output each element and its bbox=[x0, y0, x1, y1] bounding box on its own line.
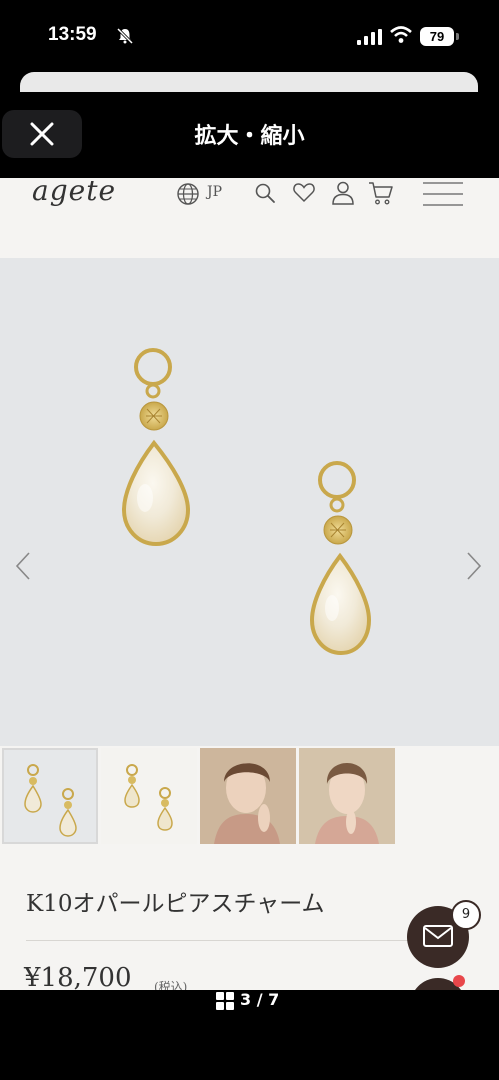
language-label[interactable]: JP bbox=[207, 184, 222, 200]
grid-icon[interactable] bbox=[216, 992, 234, 1010]
thumbnail-4[interactable] bbox=[299, 748, 395, 844]
thumbnail-strip bbox=[0, 748, 499, 844]
status-time: 13:59 bbox=[48, 24, 97, 45]
zoomable-screenshot[interactable]: agete JP K10オパールピアスチャーム ¥18,700 (税込) 9 bbox=[0, 178, 499, 990]
site-header: agete JP bbox=[0, 178, 499, 248]
thumbnail-3[interactable] bbox=[200, 748, 296, 844]
cart-icon[interactable] bbox=[368, 180, 394, 206]
divider bbox=[26, 940, 416, 941]
mail-badge: 9 bbox=[451, 900, 481, 930]
product-name: K10オパールピアスチャーム bbox=[26, 891, 325, 917]
search-icon[interactable] bbox=[254, 182, 276, 204]
signal-icon bbox=[357, 29, 382, 45]
prev-image-arrow[interactable] bbox=[14, 551, 32, 581]
model-photo-image bbox=[200, 748, 296, 844]
globe-icon[interactable] bbox=[176, 182, 200, 206]
thumbnail-earrings-image bbox=[24, 764, 77, 837]
battery-indicator: 79 bbox=[420, 27, 454, 46]
hamburger-menu-icon[interactable] bbox=[423, 182, 463, 208]
model-photo-image bbox=[299, 748, 395, 844]
viewer-title: 拡大・縮小 bbox=[194, 124, 305, 149]
bell-muted-icon bbox=[116, 27, 134, 45]
product-price: ¥18,700 bbox=[24, 963, 132, 990]
battery-tip bbox=[456, 33, 459, 40]
thumbnail-earrings-image bbox=[124, 764, 173, 831]
product-main-image[interactable] bbox=[0, 258, 499, 746]
thumbnail-1[interactable] bbox=[2, 748, 98, 844]
tax-label: (税込) bbox=[154, 980, 188, 990]
page-counter: 3 / 7 bbox=[240, 990, 280, 1009]
thumbnail-2[interactable] bbox=[101, 748, 197, 844]
wifi-icon bbox=[390, 26, 412, 43]
account-icon[interactable] bbox=[331, 180, 355, 206]
site-logo[interactable]: agete bbox=[32, 178, 116, 207]
sheet-top bbox=[20, 72, 478, 92]
heart-icon[interactable] bbox=[292, 181, 316, 203]
mail-icon bbox=[423, 925, 453, 947]
notification-dot bbox=[453, 975, 465, 987]
next-image-arrow[interactable] bbox=[465, 551, 483, 581]
status-bar: 13:59 79 bbox=[0, 0, 499, 70]
earrings-photo bbox=[121, 348, 372, 656]
